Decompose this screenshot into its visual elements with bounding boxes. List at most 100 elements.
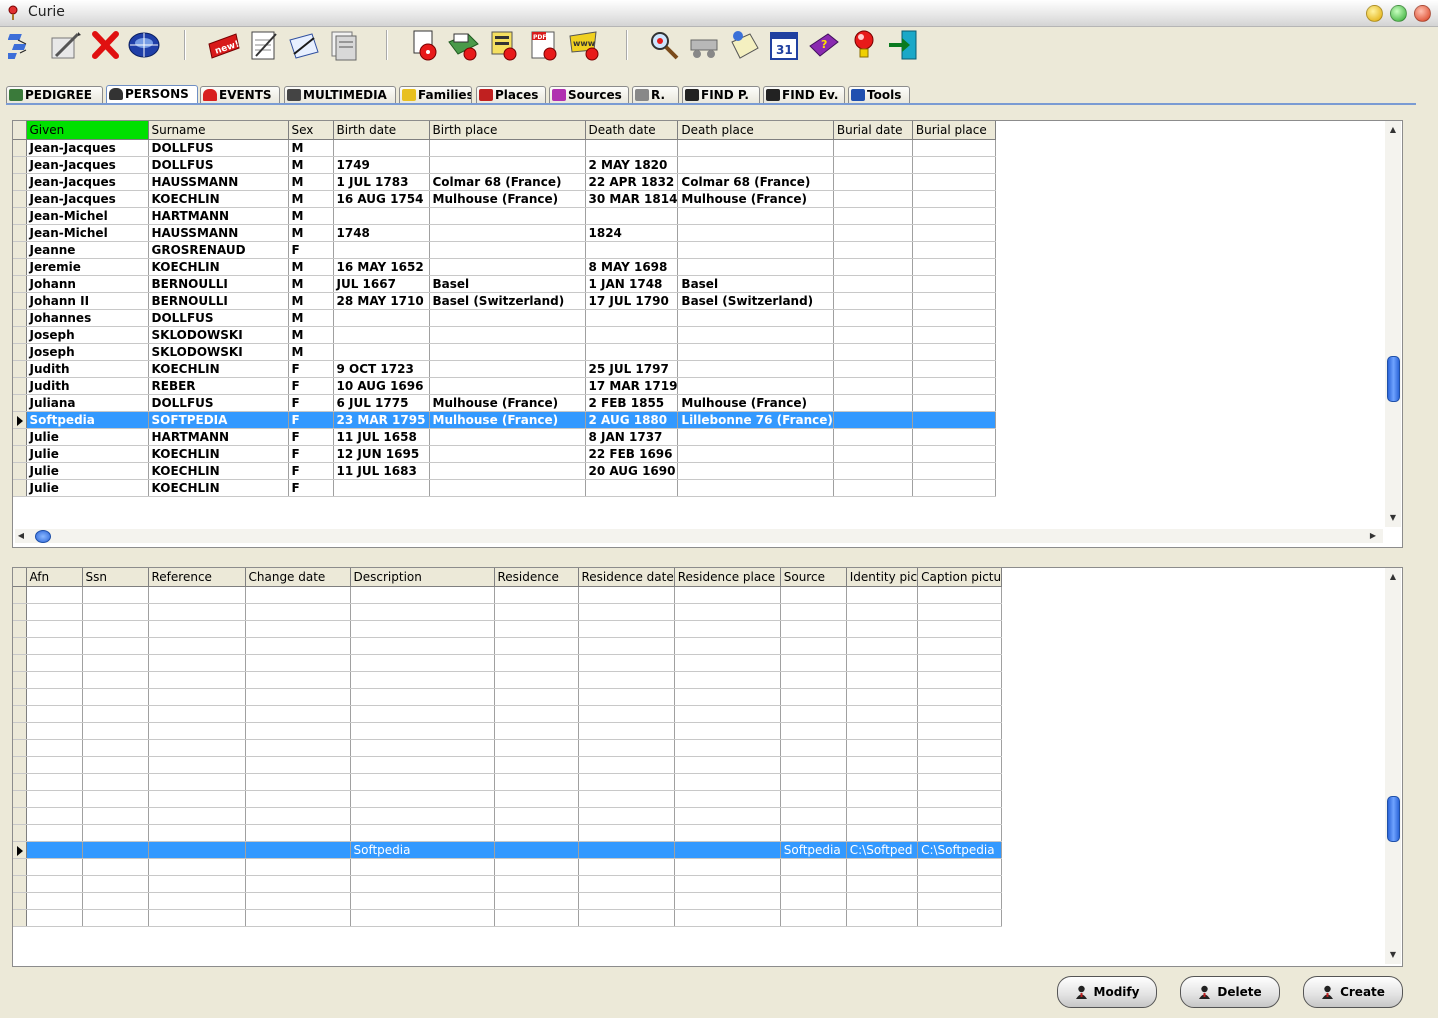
grid-cell[interactable]	[429, 326, 586, 344]
grid-cell[interactable]	[846, 671, 919, 689]
create-button[interactable]: Create	[1303, 976, 1403, 1008]
grid-cell[interactable]	[26, 875, 83, 893]
grid-cell[interactable]	[82, 756, 149, 774]
column-header-residence-date[interactable]: Residence date	[578, 568, 675, 587]
person-row[interactable]: Julie KOECHLIN F 11 JUL 1683 20 AUG 1690	[13, 462, 996, 480]
grid-cell[interactable]: 9 OCT 1723	[333, 360, 430, 378]
gedcom-icon[interactable]	[246, 28, 282, 62]
grid-cell[interactable]	[833, 479, 913, 497]
grid-cell[interactable]: 1748	[333, 224, 430, 242]
grid-cell[interactable]	[26, 739, 83, 757]
grid-cell[interactable]	[585, 309, 679, 327]
grid-cell[interactable]	[912, 173, 996, 191]
grid-cell[interactable]	[578, 637, 675, 655]
grid-cell[interactable]: BERNOULLI	[148, 275, 289, 293]
tab-families[interactable]: Families	[399, 86, 472, 103]
person-row[interactable]: Jean-Jacques DOLLFUS M 1749 2 MAY 1820	[13, 156, 996, 174]
grid-cell[interactable]	[494, 807, 579, 825]
grid-cell[interactable]	[846, 620, 919, 638]
grid-cell[interactable]: 17 MAR 1719	[585, 377, 679, 395]
person-row[interactable]: Judith REBER F 10 AUG 1696 17 MAR 1719	[13, 377, 996, 395]
grid-cell[interactable]: Basel	[677, 275, 834, 293]
grid-cell[interactable]	[333, 343, 430, 361]
grid-cell[interactable]	[912, 139, 996, 157]
grid-cell[interactable]	[26, 705, 83, 723]
grid-cell[interactable]	[429, 360, 586, 378]
grid-cell[interactable]	[846, 722, 919, 740]
grid-cell[interactable]	[674, 892, 781, 910]
grid-cell[interactable]	[26, 671, 83, 689]
grid-cell[interactable]	[82, 773, 149, 791]
grid-cell[interactable]	[912, 326, 996, 344]
grid-cell[interactable]: M	[288, 258, 334, 276]
row-indicator[interactable]	[13, 892, 27, 910]
grid-cell[interactable]	[833, 224, 913, 242]
grid-cell[interactable]	[245, 620, 351, 638]
detail-row[interactable]	[13, 875, 1003, 893]
row-indicator[interactable]	[13, 807, 27, 825]
grid-cell[interactable]	[846, 739, 919, 757]
grid-cell[interactable]	[26, 807, 83, 825]
row-indicator[interactable]	[13, 756, 27, 774]
detail-row[interactable]	[13, 586, 1003, 604]
new-badge-icon[interactable]: new!	[206, 28, 242, 62]
grid-cell[interactable]	[833, 173, 913, 191]
grid-cell[interactable]	[148, 807, 246, 825]
grid-cell[interactable]: Mulhouse (France)	[429, 190, 586, 208]
grid-cell[interactable]	[917, 790, 1003, 808]
grid-cell[interactable]: C:\Softpedia	[917, 841, 1003, 859]
details-grid[interactable]: Afn Ssn Reference Change date Descriptio…	[13, 568, 1003, 927]
grid-cell[interactable]	[350, 824, 495, 842]
grid-cell[interactable]	[350, 688, 495, 706]
grid-cell[interactable]: M	[288, 275, 334, 293]
grid-cell[interactable]	[245, 892, 351, 910]
grid-cell[interactable]	[912, 462, 996, 480]
column-header-residence[interactable]: Residence	[494, 568, 579, 587]
grid-cell[interactable]	[674, 603, 781, 621]
row-indicator[interactable]	[13, 620, 27, 638]
grid-cell[interactable]	[833, 462, 913, 480]
detail-row[interactable]	[13, 671, 1003, 689]
grid-cell[interactable]	[833, 156, 913, 174]
grid-cell[interactable]: F	[288, 445, 334, 463]
grid-cell[interactable]: 11 JUL 1683	[333, 462, 430, 480]
detail-row[interactable]	[13, 654, 1003, 672]
grid-cell[interactable]	[245, 654, 351, 672]
grid-cell[interactable]	[917, 773, 1003, 791]
grid-cell[interactable]: F	[288, 394, 334, 412]
red-x-icon[interactable]	[88, 28, 124, 62]
row-indicator[interactable]	[13, 790, 27, 808]
person-row[interactable]: Jean-Jacques HAUSSMANN M 1 JUL 1783 Colmar 6…	[13, 173, 996, 191]
grid-cell[interactable]	[912, 309, 996, 327]
grid-cell[interactable]	[148, 909, 246, 927]
grid-cell[interactable]	[833, 275, 913, 293]
grid-cell[interactable]	[578, 705, 675, 723]
tab-events[interactable]: EVENTS	[200, 86, 280, 103]
grid-cell[interactable]	[846, 654, 919, 672]
grid-cell[interactable]	[677, 224, 834, 242]
grid-cell[interactable]	[674, 824, 781, 842]
grid-cell[interactable]: Julie	[26, 445, 149, 463]
grid-cell[interactable]	[82, 620, 149, 638]
grid-cell[interactable]	[578, 858, 675, 876]
grid-cell[interactable]	[780, 807, 847, 825]
grid-cell[interactable]	[917, 875, 1003, 893]
grid-cell[interactable]	[26, 603, 83, 621]
detail-row[interactable]	[13, 790, 1003, 808]
grid-cell[interactable]: 1749	[333, 156, 430, 174]
grid-cell[interactable]	[245, 773, 351, 791]
tab-find-p[interactable]: FIND P.	[682, 86, 760, 103]
grid-cell[interactable]	[846, 705, 919, 723]
grid-cell[interactable]	[677, 445, 834, 463]
grid-cell[interactable]	[846, 909, 919, 927]
grid-cell[interactable]: REBER	[148, 377, 289, 395]
grid-cell[interactable]: 1824	[585, 224, 679, 242]
grid-cell[interactable]: Basel (Switzerland)	[677, 292, 834, 310]
grid-cell[interactable]	[677, 326, 834, 344]
grid-cell[interactable]	[578, 756, 675, 774]
grid-cell[interactable]: HARTMANN	[148, 428, 289, 446]
grid-cell[interactable]: SKLODOWSKI	[148, 326, 289, 344]
gedcom-cd-icon[interactable]	[406, 28, 442, 62]
grid-cell[interactable]: 2 AUG 1880	[585, 411, 679, 429]
grid-cell[interactable]: 8 MAY 1698	[585, 258, 679, 276]
